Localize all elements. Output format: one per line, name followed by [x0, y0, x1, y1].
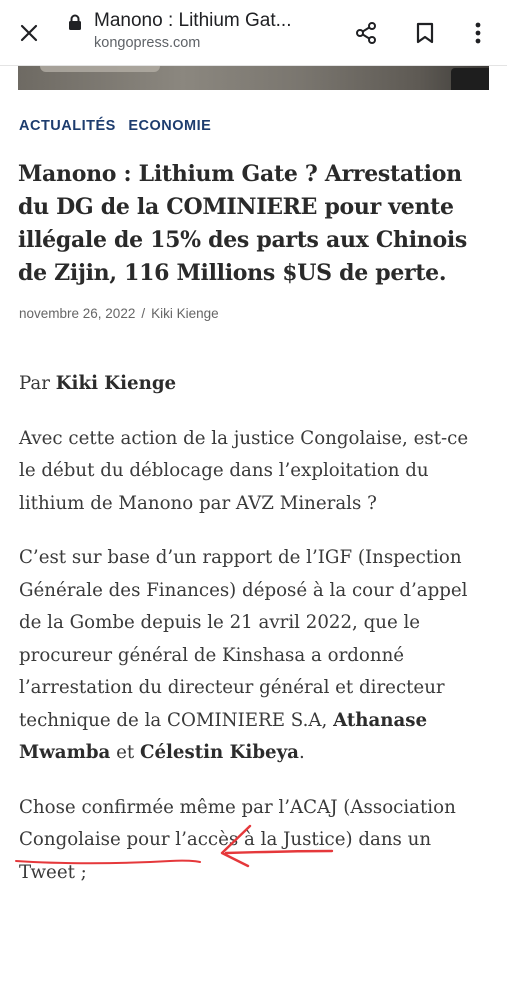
- paragraph-1: Avec cette action de la justice Congolai…: [19, 427, 469, 514]
- bookmark-icon: [416, 22, 434, 44]
- address-area[interactable]: Manono : Lithium Gat... kongopress.com: [68, 10, 330, 51]
- article-meta: novembre 26, 2022 / Kiki Kienge: [19, 306, 219, 321]
- paragraph-3: Chose confirmée même par l’ACAJ (Associa…: [19, 796, 456, 883]
- share-button[interactable]: [349, 16, 383, 50]
- person-name-kibeya: Célestin Kibeya: [139, 742, 299, 763]
- article-author[interactable]: Kiki Kienge: [151, 306, 219, 321]
- more-options-button[interactable]: [461, 16, 495, 50]
- article-date[interactable]: novembre 26, 2022: [19, 306, 135, 321]
- meta-separator: /: [141, 306, 146, 321]
- close-button[interactable]: [12, 16, 46, 50]
- article-body: Par Kiki Kienge Avec cette action de la …: [19, 368, 489, 911]
- page-url: kongopress.com: [94, 35, 201, 51]
- paragraph-2-and: et: [110, 742, 140, 763]
- byline-author: Kiki Kienge: [55, 373, 177, 394]
- category-link-economie[interactable]: ECONOMIE: [128, 118, 211, 134]
- lock-icon: [69, 14, 81, 30]
- paragraph-2: C’est sur base d’un rapport de l’IGF (In…: [19, 542, 489, 770]
- share-icon: [356, 22, 376, 44]
- paragraph-2-text: C’est sur base d’un rapport de l’IGF (In…: [19, 547, 468, 731]
- close-icon: [20, 24, 38, 42]
- page-title: Manono : Lithium Gat...: [94, 10, 292, 31]
- article-headline: Manono : Lithium Gate ? Arrestation du D…: [18, 161, 467, 286]
- more-vert-icon: [475, 22, 481, 44]
- browser-toolbar: Manono : Lithium Gat... kongopress.com: [0, 0, 507, 66]
- bookmark-button[interactable]: [408, 16, 442, 50]
- byline-prefix: Par: [19, 373, 56, 394]
- article-hero-image: [18, 66, 489, 90]
- paragraph-2-end: .: [298, 742, 305, 763]
- article-categories: ACTUALITÉS ECONOMIE: [19, 118, 219, 134]
- byline: Par Kiki Kienge: [19, 368, 489, 401]
- category-link-actualites[interactable]: ACTUALITÉS: [19, 118, 116, 134]
